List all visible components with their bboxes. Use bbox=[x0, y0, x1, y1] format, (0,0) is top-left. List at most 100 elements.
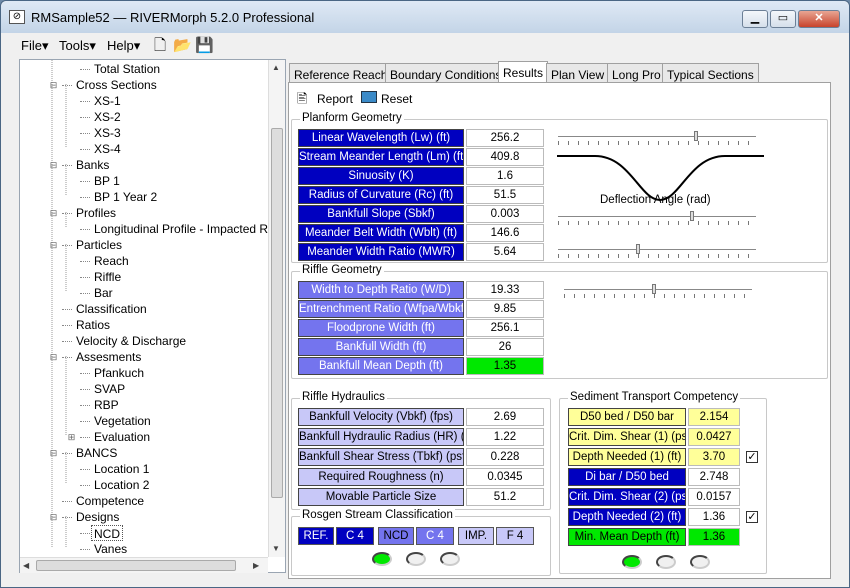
tree-connector bbox=[80, 485, 90, 486]
field-value: 409.8 bbox=[466, 148, 544, 166]
tree-item[interactable]: Evaluation bbox=[94, 429, 150, 445]
sediment-radio-2[interactable] bbox=[656, 555, 676, 569]
tree-connector bbox=[62, 245, 72, 246]
scroll-left-icon[interactable]: ◀ bbox=[23, 561, 29, 570]
report-button[interactable]: 🖹 Report bbox=[297, 90, 369, 108]
tree-item[interactable]: XS-1 bbox=[94, 93, 121, 109]
field-value: 1.6 bbox=[466, 167, 544, 185]
tree-item[interactable]: Bar bbox=[94, 285, 113, 301]
vertical-scroll-thumb[interactable] bbox=[271, 128, 283, 498]
tree-item[interactable]: Location 1 bbox=[94, 461, 149, 477]
tree-item[interactable]: NCD bbox=[91, 525, 123, 541]
reset-button[interactable]: Reset bbox=[361, 90, 421, 108]
close-icon[interactable]: ✕ bbox=[798, 10, 840, 28]
maximize-icon[interactable]: ▭ bbox=[770, 10, 796, 28]
tab-long-pro[interactable]: Long Pro bbox=[607, 63, 666, 83]
tree-connector bbox=[62, 165, 72, 166]
tree-item[interactable]: Ratios bbox=[76, 317, 110, 333]
field-label: Bankfull Mean Depth (ft) bbox=[298, 357, 464, 375]
tree-item[interactable]: XS-3 bbox=[94, 125, 121, 141]
slider-thumb[interactable] bbox=[694, 131, 698, 141]
planform-geometry-group: Planform Geometry Linear Wavelength (Lw)… bbox=[291, 112, 828, 263]
project-tree[interactable]: Total Station ⊟ Cross Sections XS-1 XS-2 XS-3… bbox=[19, 59, 286, 573]
new-file-icon[interactable]: 🗋 bbox=[151, 37, 169, 55]
field-value: 2.154 bbox=[688, 408, 740, 426]
tree-connector bbox=[80, 533, 90, 534]
menu-tools[interactable]: Tools▾ bbox=[59, 38, 96, 54]
scroll-right-icon[interactable]: ▶ bbox=[253, 561, 259, 570]
tree-item[interactable]: Vanes bbox=[94, 541, 127, 557]
save-icon[interactable]: 💾 bbox=[195, 37, 214, 55]
collapse-icon[interactable]: ⊟ bbox=[49, 208, 58, 219]
tree-item[interactable]: Pfankuch bbox=[94, 365, 144, 381]
rosgen-radio-ncd[interactable] bbox=[406, 552, 426, 566]
tree-item[interactable]: XS-2 bbox=[94, 109, 121, 125]
tab-boundary-conditions[interactable]: Boundary Conditions bbox=[385, 63, 507, 83]
tree-connector bbox=[62, 357, 72, 358]
tree-connector bbox=[62, 341, 72, 342]
tree-item[interactable]: SVAP bbox=[94, 381, 125, 397]
tree-item[interactable]: Riffle bbox=[94, 269, 121, 285]
scroll-up-icon[interactable]: ▲ bbox=[272, 63, 280, 72]
tree-item[interactable]: Competence bbox=[76, 493, 144, 509]
tree-connector bbox=[80, 229, 90, 230]
collapse-icon[interactable]: ⊟ bbox=[49, 80, 58, 91]
scroll-down-icon[interactable]: ▼ bbox=[272, 544, 280, 553]
horizontal-scroll-thumb[interactable] bbox=[36, 560, 236, 571]
collapse-icon[interactable]: ⊟ bbox=[49, 240, 58, 251]
tree-item[interactable]: Location 2 bbox=[94, 477, 149, 493]
collapse-icon[interactable]: ⊟ bbox=[49, 160, 58, 171]
tab-plan-view[interactable]: Plan View bbox=[546, 63, 610, 83]
tab-typical-sections[interactable]: Typical Sections bbox=[662, 63, 759, 83]
slider-thumb[interactable] bbox=[636, 244, 640, 254]
tree-item[interactable]: Classification bbox=[76, 301, 147, 317]
tree-item[interactable]: Designs bbox=[76, 509, 119, 525]
tab-reference-reach[interactable]: Reference Reach bbox=[289, 63, 393, 83]
rosgen-radio-imp[interactable] bbox=[440, 552, 460, 566]
lw-slider[interactable] bbox=[558, 131, 756, 145]
open-folder-icon[interactable]: 📂 bbox=[173, 37, 192, 55]
slider-thumb[interactable] bbox=[652, 284, 656, 294]
tree-connector bbox=[80, 69, 90, 70]
tree-connector bbox=[80, 261, 90, 262]
tree-item[interactable]: Cross Sections bbox=[76, 77, 157, 93]
menu-help[interactable]: Help▾ bbox=[107, 38, 140, 54]
tree-item[interactable]: BP 1 Year 2 bbox=[94, 189, 157, 205]
expand-icon[interactable]: ⊞ bbox=[67, 432, 76, 443]
sediment-transport-title: Sediment Transport Competency bbox=[568, 391, 741, 403]
tree-item[interactable]: Vegetation bbox=[94, 413, 151, 429]
rosgen-cell: C 4 bbox=[336, 527, 374, 545]
collapse-icon[interactable]: ⊟ bbox=[49, 512, 58, 523]
depth-needed-checkbox[interactable]: ✓ bbox=[746, 511, 758, 523]
rosgen-radio-ref[interactable] bbox=[372, 552, 392, 566]
tree-item[interactable]: BP 1 bbox=[94, 173, 120, 189]
deflection-slider[interactable] bbox=[558, 211, 756, 225]
tree-item[interactable]: Total Station bbox=[94, 61, 160, 77]
minimize-icon[interactable]: ▁ bbox=[742, 10, 768, 28]
tree-item[interactable]: Assesments bbox=[76, 349, 141, 365]
depth-needed-checkbox[interactable]: ✓ bbox=[746, 451, 758, 463]
sediment-radio-1[interactable] bbox=[622, 555, 642, 569]
sediment-radio-3[interactable] bbox=[690, 555, 710, 569]
tree-item[interactable]: Profiles bbox=[76, 205, 116, 221]
tree-horizontal-scrollbar[interactable]: ◀ ▶ bbox=[20, 557, 268, 573]
tree-item[interactable]: BANCS bbox=[76, 445, 117, 461]
mwr-slider[interactable] bbox=[558, 244, 756, 258]
tree-vertical-scrollbar[interactable]: ▲ ▼ bbox=[268, 60, 285, 557]
tree-item[interactable]: RBP bbox=[94, 397, 119, 413]
tree-connector bbox=[80, 373, 90, 374]
slider-thumb[interactable] bbox=[690, 211, 694, 221]
field-label: Entrenchment Ratio (Wfpa/Wbkf) bbox=[298, 300, 464, 318]
tree-item[interactable]: Particles bbox=[76, 237, 122, 253]
tab-results[interactable]: Results bbox=[498, 61, 549, 83]
tree-item[interactable]: Velocity & Discharge bbox=[76, 333, 186, 349]
menu-file[interactable]: File▾ bbox=[21, 38, 48, 54]
collapse-icon[interactable]: ⊟ bbox=[49, 448, 58, 459]
tree-item[interactable]: Reach bbox=[94, 253, 129, 269]
field-value: 3.70 bbox=[688, 448, 740, 466]
tree-item[interactable]: XS-4 bbox=[94, 141, 121, 157]
riffle-slider[interactable] bbox=[564, 284, 752, 298]
collapse-icon[interactable]: ⊟ bbox=[49, 352, 58, 363]
tree-item[interactable]: Longitudinal Profile - Impacted Reach bbox=[94, 221, 285, 237]
tree-item[interactable]: Banks bbox=[76, 157, 109, 173]
